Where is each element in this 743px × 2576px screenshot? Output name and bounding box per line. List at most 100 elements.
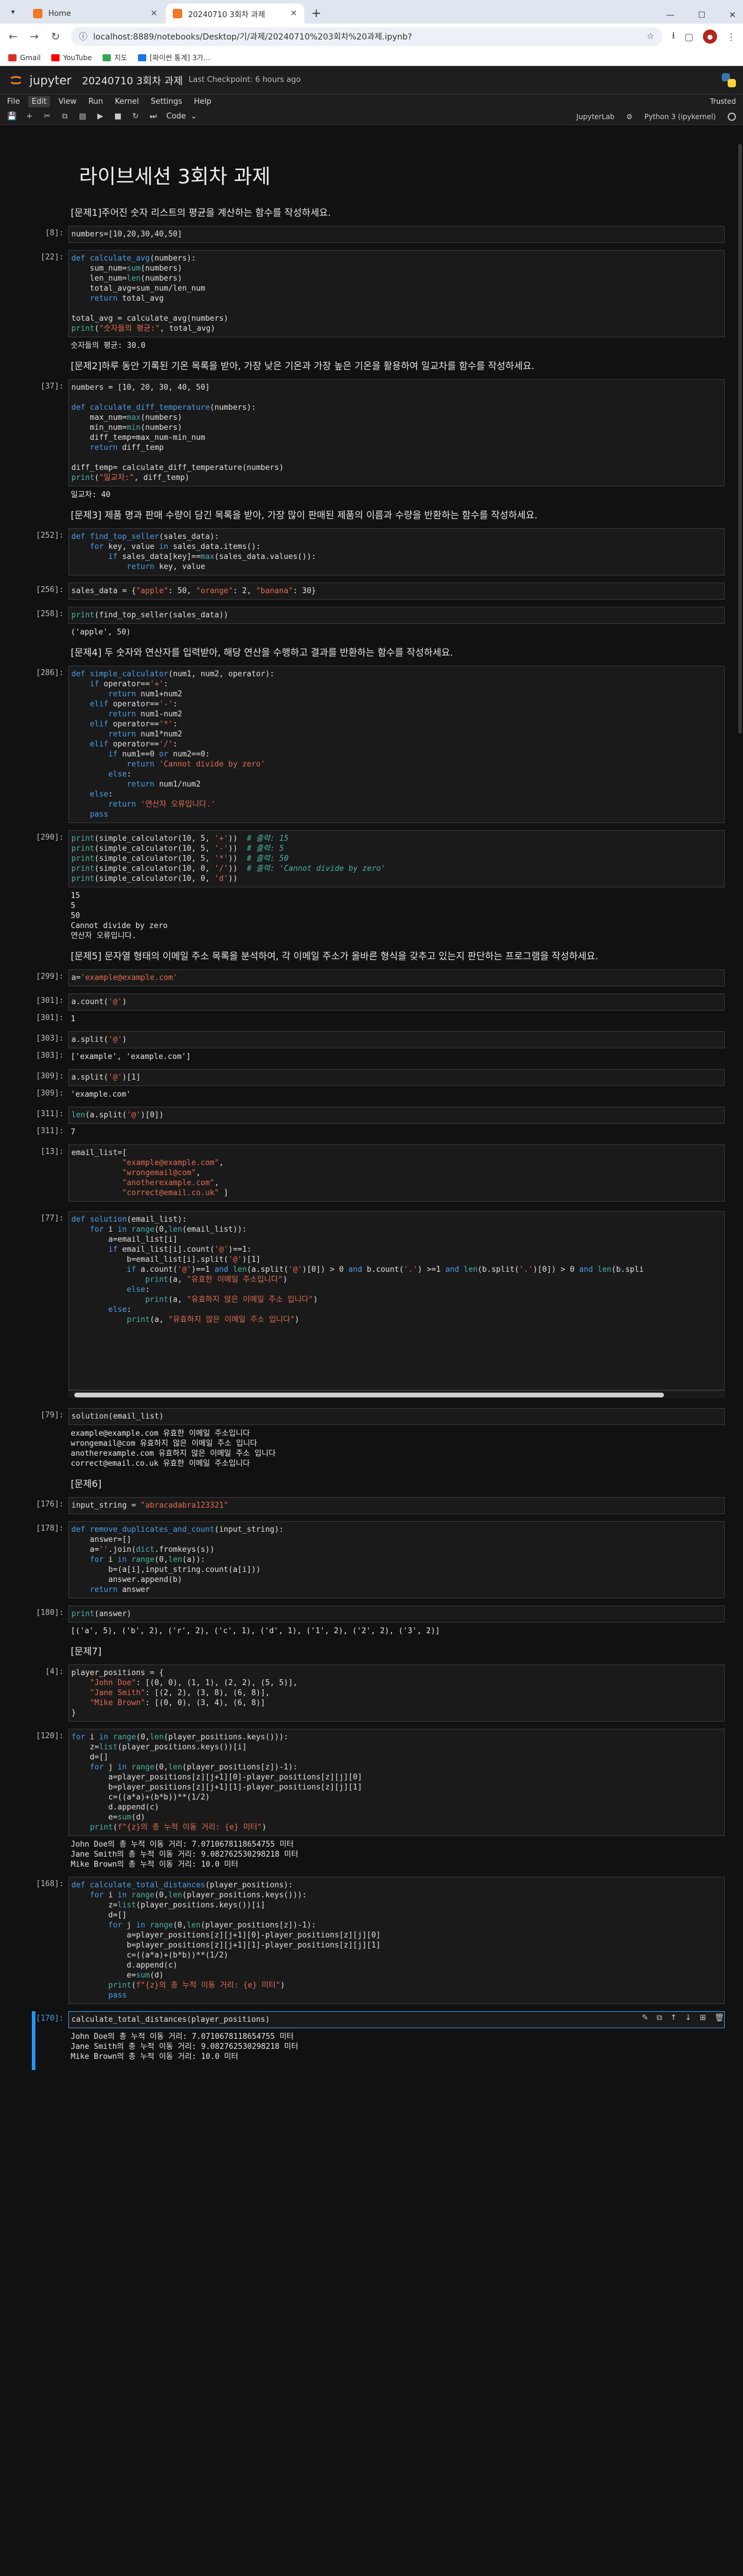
close-icon[interactable]: ✕ <box>290 9 297 18</box>
vertical-scrollbar[interactable] <box>738 144 742 733</box>
bookmark-gmail[interactable]: Gmail <box>8 54 41 62</box>
code-cell[interactable]: [77]: def solution(email_list): for i in… <box>0 1211 743 1399</box>
new-tab-icon[interactable]: + <box>311 6 321 20</box>
minimize-icon[interactable]: — <box>666 11 675 20</box>
code-editor[interactable]: len(a.split('@')[0]) <box>68 1107 725 1124</box>
notebook-title[interactable]: 20240710 3회차 과제 <box>82 73 183 87</box>
code-cell[interactable]: [180]: print(answer) [('a', 5), ('b', 2)… <box>0 1606 743 1640</box>
markdown-cell[interactable]: [문제1]주어진 숫자 리스트의 평균을 계산하는 함수를 작성하세요. <box>0 201 743 222</box>
code-editor[interactable]: a='example@example.com' <box>68 969 725 986</box>
menu-help[interactable]: Help <box>194 97 212 106</box>
restart-icon[interactable]: ↻ <box>131 112 140 121</box>
copy-icon[interactable]: ⧉ <box>60 112 70 121</box>
format-icon[interactable]: ✎ <box>642 2014 649 2022</box>
active-code-cell[interactable]: [170]: calculate_total_distances(player_… <box>0 2011 743 2070</box>
markdown-cell[interactable]: [문제2]하루 동안 기록된 기온 목록을 받아, 가장 낮은 기온과 가장 높… <box>0 354 743 376</box>
menu-kernel[interactable]: Kernel <box>115 97 139 106</box>
code-cell[interactable]: [290]: print(simple_calculator(10, 5, '+… <box>0 830 743 945</box>
code-cell[interactable]: [301]: a.count('@') <box>0 993 743 1011</box>
code-cell[interactable]: [22]: def calculate_avg(numbers): sum_nu… <box>0 250 743 354</box>
bookmark-maps[interactable]: 지도 <box>102 52 127 62</box>
code-editor[interactable]: def simple_calculator(num1, num2, operat… <box>68 666 725 823</box>
tab-home[interactable]: Home ✕ <box>26 4 165 24</box>
stop-icon[interactable]: ■ <box>113 112 123 121</box>
jupyterlab-link[interactable]: JupyterLab <box>576 113 614 121</box>
code-editor[interactable]: numbers=[10,20,30,40,50] <box>68 226 725 243</box>
bookmark-python-stats[interactable]: [파이썬 통계] 3가... <box>137 52 210 62</box>
tab-notebook[interactable]: 20240710 3회차 과제 ✕ <box>166 4 304 24</box>
code-editor[interactable]: input_string = "abracadabra123321" <box>68 1497 725 1514</box>
move-up-icon[interactable]: ↑ <box>670 2014 677 2022</box>
insert-icon[interactable]: ⊞ <box>700 2014 706 2022</box>
code-cell[interactable]: [37]: numbers = [10, 20, 30, 40, 50] def… <box>0 379 743 504</box>
site-info-icon[interactable]: ⓘ <box>79 31 87 42</box>
profile-avatar[interactable]: ● <box>703 29 717 44</box>
code-cell[interactable]: [120]: for i in range(0,len(player_posit… <box>0 1729 743 1873</box>
code-editor[interactable]: def calculate_total_distances(player_pos… <box>68 1877 725 2004</box>
markdown-cell[interactable]: [문제7] <box>0 1640 743 1661</box>
code-editor[interactable]: def solution(email_list): for i in range… <box>68 1211 725 1390</box>
markdown-cell[interactable]: [문제4] 두 숫자와 연산자를 입력받아, 해당 연산을 수행하고 결과를 반… <box>0 641 743 662</box>
add-cell-icon[interactable]: + <box>25 112 34 121</box>
code-editor[interactable]: numbers = [10, 20, 30, 40, 50] def calcu… <box>68 379 725 486</box>
horizontal-scrollbar[interactable] <box>68 1390 725 1399</box>
code-editor[interactable]: print(answer) <box>68 1606 725 1623</box>
code-editor[interactable]: a.split('@')[1] <box>68 1069 725 1086</box>
code-editor[interactable]: print(find_top_seller(sales_data)) <box>68 607 725 624</box>
code-editor[interactable]: def find_top_seller(sales_data): for key… <box>68 528 725 575</box>
run-icon[interactable]: ▶ <box>96 112 105 121</box>
back-icon[interactable]: ← <box>7 31 19 43</box>
maximize-icon[interactable]: ☐ <box>698 11 706 20</box>
code-editor[interactable]: solution(email_list) <box>68 1408 725 1425</box>
code-editor[interactable]: def calculate_avg(numbers): sum_num=sum(… <box>68 250 725 337</box>
bookmark-youtube[interactable]: YouTube <box>51 54 92 62</box>
paste-icon[interactable]: ▤ <box>78 112 87 121</box>
code-cell[interactable]: [79]: solution(email_list) example@examp… <box>0 1408 743 1472</box>
restart-run-all-icon[interactable]: ⏭ <box>149 112 158 121</box>
code-cell[interactable]: [252]: def find_top_seller(sales_data): … <box>0 528 743 575</box>
code-editor[interactable]: a.split('@') <box>68 1031 725 1048</box>
code-cell[interactable]: [286]: def simple_calculator(num1, num2,… <box>0 666 743 823</box>
code-editor[interactable]: a.count('@') <box>68 993 725 1011</box>
cut-icon[interactable]: ✂ <box>42 112 52 121</box>
menu-run[interactable]: Run <box>88 97 103 106</box>
bookmark-star-icon[interactable]: ☆ <box>647 32 655 41</box>
code-cell[interactable]: [303]: a.split('@') <box>0 1031 743 1048</box>
extensions-icon[interactable]: ▢ <box>685 31 693 42</box>
cell-collapse-bar[interactable] <box>32 2011 35 2070</box>
code-cell[interactable]: [256]: sales_data = {"apple": 50, "orang… <box>0 583 743 600</box>
code-editor[interactable]: for i in range(0,len(player_positions.ke… <box>68 1729 725 1836</box>
tab-search-icon[interactable]: ▾ <box>5 4 21 20</box>
menu-icon[interactable]: ⋮ <box>726 31 736 42</box>
markdown-cell[interactable]: [문제6] <box>0 1472 743 1493</box>
code-cell[interactable]: [168]: def calculate_total_distances(pla… <box>0 1877 743 2004</box>
code-editor[interactable]: print(simple_calculator(10, 5, '+')) # 출… <box>68 830 725 887</box>
menu-view[interactable]: View <box>58 97 77 106</box>
window-close-icon[interactable]: ✕ <box>729 11 736 20</box>
code-cell[interactable]: [299]: a='example@example.com' <box>0 969 743 986</box>
code-editor[interactable]: player_positions = { "John Doe": [(0, 0)… <box>68 1664 725 1722</box>
menu-settings[interactable]: Settings <box>151 97 182 106</box>
reload-icon[interactable]: ↻ <box>50 31 61 43</box>
jupyter-logo-icon[interactable] <box>7 71 25 89</box>
move-down-icon[interactable]: ↓ <box>685 2014 692 2022</box>
code-editor[interactable]: email_list=[ "example@example.com", "wro… <box>68 1144 725 1202</box>
code-editor[interactable]: calculate_total_distances(player_positio… <box>68 2011 725 2028</box>
markdown-cell[interactable]: 라이브세션 3회차 과제 <box>0 149 743 201</box>
menu-file[interactable]: File <box>7 97 20 106</box>
code-cell[interactable]: [258]: print(find_top_seller(sales_data)… <box>0 607 743 641</box>
code-cell[interactable]: [311]: len(a.split('@')[0]) <box>0 1107 743 1124</box>
duplicate-icon[interactable]: ⧉ <box>656 2014 662 2022</box>
code-cell[interactable]: [176]: input_string = "abracadabra123321… <box>0 1497 743 1514</box>
code-cell[interactable]: [178]: def remove_duplicates_and_count(i… <box>0 1521 743 1598</box>
code-cell[interactable]: [13]: email_list=[ "example@example.com"… <box>0 1144 743 1202</box>
kernel-name[interactable]: Python 3 (ipykernel) <box>645 113 716 121</box>
close-icon[interactable]: ✕ <box>150 9 157 18</box>
bug-icon[interactable]: ⚙ <box>626 113 633 121</box>
save-icon[interactable]: 💾 <box>7 112 17 121</box>
menu-edit[interactable]: Edit <box>28 96 50 107</box>
code-cell[interactable]: [8]: numbers=[10,20,30,40,50] <box>0 226 743 243</box>
forward-icon[interactable]: → <box>28 31 40 43</box>
download-icon[interactable]: ⭳ <box>672 29 675 45</box>
cell-type-select[interactable]: Code ⌄ <box>166 112 197 121</box>
